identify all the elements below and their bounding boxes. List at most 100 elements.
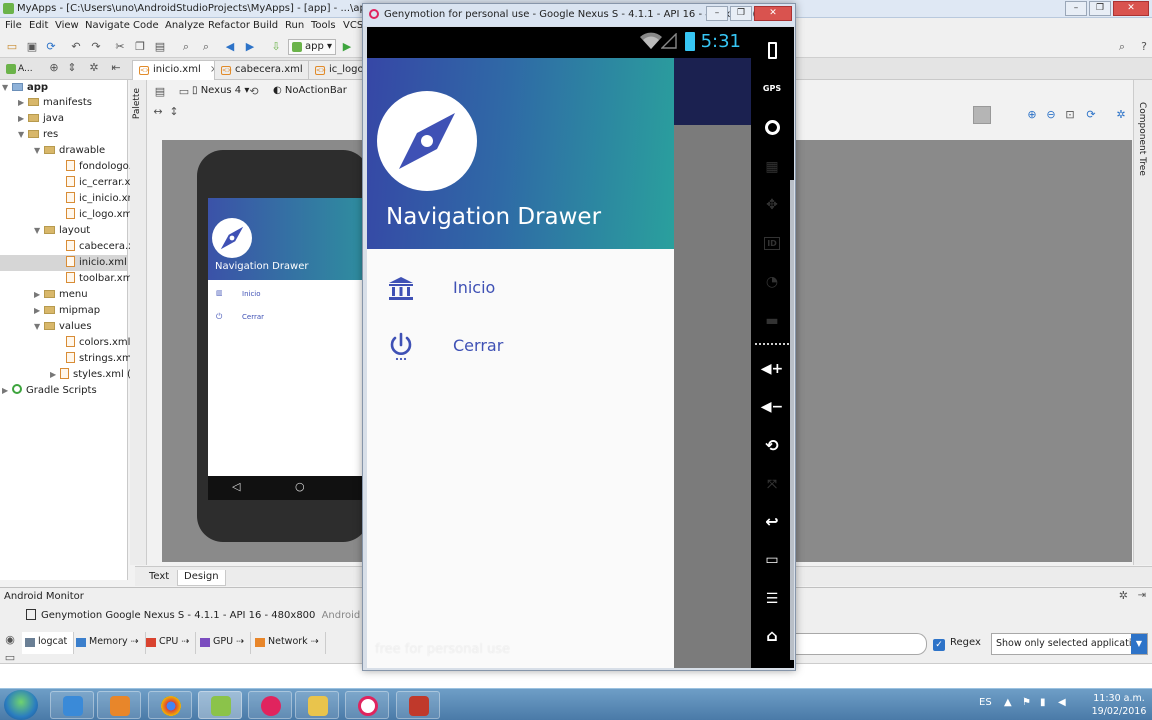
nav-item-inicio[interactable]: Inicio xyxy=(367,259,674,317)
minimize-button[interactable]: – xyxy=(1065,1,1087,16)
taskbar-app[interactable] xyxy=(396,691,440,719)
zoom-fit-icon[interactable]: ⊡ xyxy=(1064,109,1076,121)
run-config-select[interactable]: app ▾ xyxy=(288,39,336,55)
tree-file[interactable]: strings.xml xyxy=(66,351,135,367)
tree-file[interactable]: ▶ styles.xml ( xyxy=(50,367,131,383)
home-button-icon[interactable]: ⌂ xyxy=(760,624,784,648)
language-indicator[interactable]: ES xyxy=(979,697,992,708)
hide-panel-icon[interactable]: ⇤ xyxy=(110,62,122,74)
menu-build[interactable]: Build xyxy=(253,20,278,31)
make-icon[interactable]: ⇩ xyxy=(270,41,282,53)
menu-button-icon[interactable]: ☰ xyxy=(760,587,784,611)
geny-minimize-button[interactable]: – xyxy=(706,6,728,21)
taskbar-clock[interactable]: 11:30 a.m. 19/02/2016 xyxy=(1090,692,1148,718)
monitor-settings-icon[interactable]: ✲ xyxy=(1119,589,1128,602)
menu-file[interactable]: File xyxy=(5,20,22,31)
rotate-icon[interactable]: ⟲ xyxy=(760,434,784,458)
save-icon[interactable]: ▣ xyxy=(26,41,38,53)
tab-design[interactable]: Design xyxy=(177,570,226,586)
tab-ic-logo[interactable]: <> ic_logo xyxy=(308,60,364,80)
genymotion-scrollbar[interactable] xyxy=(790,180,794,660)
tree-file[interactable]: ic_logo.xml xyxy=(66,207,135,223)
close-button[interactable]: ✕ xyxy=(1113,1,1149,16)
camera-icon[interactable] xyxy=(760,116,784,140)
sync-icon[interactable]: ⟳ xyxy=(45,41,57,53)
menu-navigate[interactable]: Navigate xyxy=(85,20,130,31)
taskbar-chrome[interactable] xyxy=(148,691,192,719)
tree-node-gradle[interactable]: ▶ Gradle Scripts xyxy=(2,383,97,399)
orientation-icon[interactable]: ⟲ xyxy=(248,86,260,98)
tree-node-drawable[interactable]: ▼ drawable xyxy=(34,143,105,159)
project-view-selector[interactable]: A... xyxy=(4,61,44,77)
geny-close-button[interactable]: ✕ xyxy=(754,6,792,21)
tray-network-icon[interactable]: ▮ xyxy=(1040,697,1046,708)
tree-file[interactable]: toolbar.xml xyxy=(66,271,135,287)
tree-file[interactable]: colors.xml xyxy=(66,335,130,351)
menu-run[interactable]: Run xyxy=(285,20,304,31)
taskbar-ie[interactable] xyxy=(50,691,94,719)
taskbar-genymotion-player[interactable] xyxy=(345,691,389,719)
find-icon[interactable]: ⌕ xyxy=(180,41,192,53)
back-button-icon[interactable]: ↩ xyxy=(760,510,784,534)
tab-memory[interactable]: Memory ⇢ xyxy=(73,632,146,654)
logcat-filter-select[interactable]: Show only selected application ▼ xyxy=(991,633,1148,655)
menu-vcs[interactable]: VCS xyxy=(343,20,363,31)
palette-tool-strip[interactable]: Palette xyxy=(130,80,147,565)
zoom-out-icon[interactable]: ⊖ xyxy=(1045,109,1057,121)
forward-icon[interactable]: ▶ xyxy=(244,41,256,53)
taskbar-explorer[interactable] xyxy=(295,691,339,719)
redo-icon[interactable]: ↷ xyxy=(90,41,102,53)
monitor-hide-icon[interactable]: ⇥ xyxy=(1138,590,1146,601)
paste-icon[interactable]: ▤ xyxy=(154,41,166,53)
search-everywhere-icon[interactable]: ⌕ xyxy=(1116,41,1128,53)
tree-node-res[interactable]: ▼ res xyxy=(18,127,58,143)
compass-logo[interactable] xyxy=(377,91,477,191)
replace-icon[interactable]: ⌕ xyxy=(200,41,212,53)
collapse-icon[interactable]: ⇕ xyxy=(66,62,78,74)
copy-icon[interactable]: ❐ xyxy=(134,41,146,53)
fit-width-icon[interactable]: ↔ xyxy=(152,106,164,118)
volume-up-icon[interactable]: ◀+ xyxy=(760,357,784,381)
tab-text[interactable]: Text xyxy=(143,570,175,586)
tree-node-layout[interactable]: ▼ layout xyxy=(34,223,90,239)
tab-network[interactable]: Network ⇢ xyxy=(252,632,326,654)
menu-view[interactable]: View xyxy=(55,20,79,31)
menu-tools[interactable]: Tools xyxy=(311,20,336,31)
tab-inicio-xml[interactable]: <> inicio.xml × xyxy=(132,60,226,80)
undo-icon[interactable]: ↶ xyxy=(70,41,82,53)
battery-icon[interactable] xyxy=(760,39,784,63)
tab-cpu[interactable]: CPU ⇢ xyxy=(143,632,197,654)
settings-icon[interactable]: ✲ xyxy=(88,62,100,74)
tree-node-mipmap[interactable]: ▶ mipmap xyxy=(34,303,100,319)
fit-height-icon[interactable]: ↕ xyxy=(168,106,180,118)
theme-selector[interactable]: ◐ NoActionBar xyxy=(273,85,347,96)
tree-node-manifests[interactable]: ▶ manifests xyxy=(18,95,92,111)
geny-maximize-button[interactable]: ❐ xyxy=(730,6,752,21)
tab-logcat[interactable]: logcat xyxy=(22,632,75,654)
tree-node-app[interactable]: ▼ app xyxy=(2,80,48,96)
component-tree-strip[interactable]: Component Tree xyxy=(1133,80,1152,565)
volume-down-icon[interactable]: ◀− xyxy=(760,395,784,419)
layout-preview-screen[interactable]: Navigation Drawer ▥ Inicio ⏻ Cerrar xyxy=(208,198,368,476)
run-icon[interactable]: ▶ xyxy=(341,41,353,53)
nav-item-cerrar[interactable]: Cerrar xyxy=(367,317,674,375)
tree-file[interactable]: cabecera.xr xyxy=(66,239,138,255)
recent-apps-icon[interactable]: ▭ xyxy=(760,548,784,572)
open-folder-icon[interactable]: ▭ xyxy=(6,41,18,53)
tree-node-menu[interactable]: ▶ menu xyxy=(34,287,88,303)
designer-settings-icon[interactable]: ✲ xyxy=(1115,109,1127,121)
tree-file[interactable]: fondologo. xyxy=(66,159,132,175)
maximize-button[interactable]: ❐ xyxy=(1089,1,1111,16)
zoom-in-icon[interactable]: ⊕ xyxy=(1026,109,1038,121)
taskbar-android-studio[interactable] xyxy=(198,691,242,719)
tray-flag-icon[interactable]: ⚑ xyxy=(1022,697,1031,708)
menu-refactor[interactable]: Refactor xyxy=(208,20,250,31)
tray-expand-icon[interactable]: ▲ xyxy=(1004,697,1012,708)
zoom-mode-toggle[interactable] xyxy=(973,106,991,124)
logcat-search-input[interactable] xyxy=(795,633,927,655)
start-button[interactable] xyxy=(4,690,38,720)
sync-tree-icon[interactable]: ⊕ xyxy=(48,62,60,74)
tray-volume-icon[interactable]: ◀ xyxy=(1058,697,1066,708)
tree-node-values[interactable]: ▼ values xyxy=(34,319,92,335)
layout-file-icon[interactable]: ▤ xyxy=(154,86,166,98)
